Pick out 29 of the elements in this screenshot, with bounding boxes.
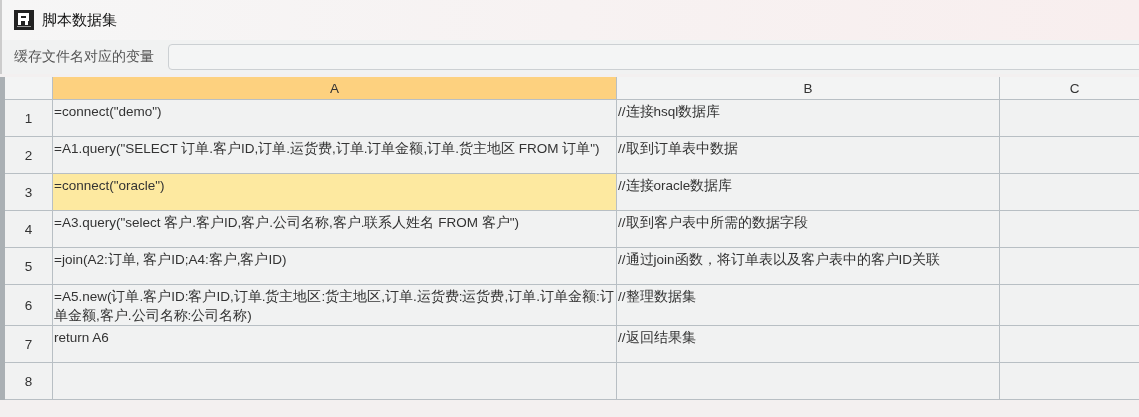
table-cell[interactable]: //取到订单表中数据 <box>617 137 1000 174</box>
table-cell[interactable]: //通过join函数，将订单表以及客户表中的客户ID关联 <box>617 248 1000 285</box>
row-header[interactable]: 5 <box>5 248 53 285</box>
field-label: 缓存文件名对应的变量 <box>14 48 154 66</box>
table-cell[interactable]: =connect("demo") <box>53 100 617 137</box>
row-header[interactable]: 1 <box>5 100 53 137</box>
table-cell[interactable]: //返回结果集 <box>617 326 1000 363</box>
table-cell[interactable]: //连接oracle数据库 <box>617 174 1000 211</box>
table-cell[interactable]: //连接hsql数据库 <box>617 100 1000 137</box>
variable-input-field[interactable] <box>168 44 1139 70</box>
column-header[interactable]: A <box>53 77 617 100</box>
table-cell[interactable]: =connect("oracle") <box>53 174 617 211</box>
window-title: 脚本数据集 <box>42 10 117 30</box>
row-header[interactable]: 4 <box>5 211 53 248</box>
row-header[interactable]: 7 <box>5 326 53 363</box>
table-cell[interactable]: //取到客户表中所需的数据字段 <box>617 211 1000 248</box>
row-header[interactable]: 6 <box>5 285 53 326</box>
table-cell[interactable] <box>53 363 617 400</box>
table-cell[interactable]: =join(A2:订单, 客户ID;A4:客户,客户ID) <box>53 248 617 285</box>
table-cell[interactable] <box>617 363 1000 400</box>
column-header[interactable]: B <box>617 77 1000 100</box>
app-logo-icon <box>14 10 34 30</box>
table-cell[interactable]: =A3.query("select 客户.客户ID,客户.公司名称,客户.联系人姓名 FROM 客户") <box>53 211 617 248</box>
row-header[interactable]: 8 <box>5 363 53 400</box>
corner-cell[interactable] <box>5 77 53 100</box>
table-cell[interactable]: return A6 <box>53 326 617 363</box>
table-cell[interactable]: //整理数据集 <box>617 285 1000 326</box>
row-header[interactable]: 2 <box>5 137 53 174</box>
table-cell[interactable]: =A5.new(订单.客户ID:客户ID,订单.货主地区:货主地区,订单.运货费:运货费,订单.订单金额:订单金额,客户.公司名称:公司名称) <box>53 285 617 326</box>
